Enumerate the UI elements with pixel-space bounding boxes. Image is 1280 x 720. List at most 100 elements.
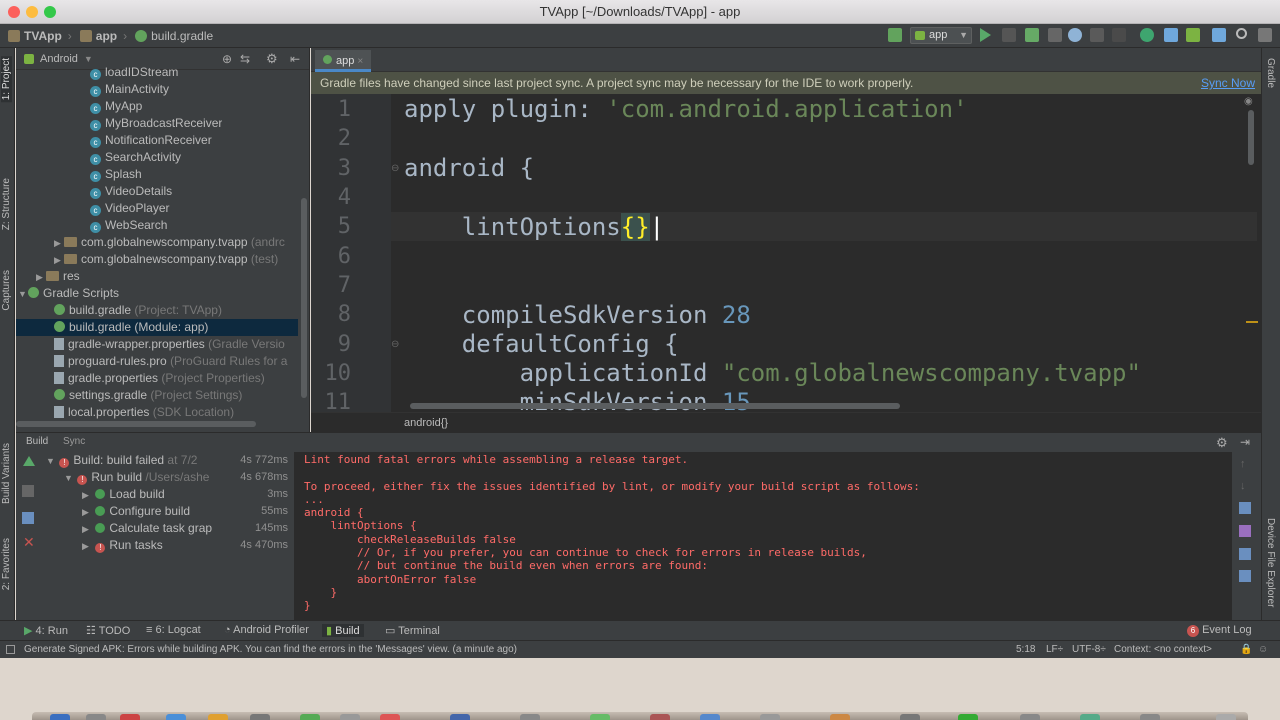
down-arrow-icon[interactable]: ↓ [1240,480,1246,492]
tool-tab-android-profiler[interactable]: ◔ Android Profiler [224,624,309,636]
dock-app-icon[interactable] [760,714,780,720]
tool-tab-structure[interactable]: Z: Structure [1,178,12,230]
tree-item-selected[interactable]: build.gradle (Module: app) [16,319,298,336]
build-tab[interactable]: Build [26,436,48,447]
collapse-all-icon[interactable]: ⇆ [240,52,250,66]
breadcrumb-file[interactable]: build.gradle [135,29,213,43]
dock-app-icon[interactable] [380,714,400,720]
dock-app-icon[interactable] [590,714,610,720]
tree-item[interactable]: gradle.properties (Project Properties) [54,370,298,387]
breadcrumb-project[interactable]: TVApp [8,29,62,43]
editor-vertical-scrollbar[interactable] [1248,110,1254,165]
gear-icon[interactable]: ⚙ [266,51,278,67]
dock-app-icon[interactable] [250,714,270,720]
tree-item[interactable]: c MyApp [90,98,142,115]
tree-item[interactable]: ▶ com.globalnewscompany.tvapp (andrc [54,234,298,251]
minimize-window-button[interactable] [26,6,38,18]
horizontal-scrollbar[interactable] [16,421,256,427]
search-icon[interactable] [1236,28,1247,39]
pin-icon[interactable] [22,512,34,524]
dock-app-icon[interactable] [830,714,850,720]
gear-icon[interactable]: ⚙ [1216,435,1228,451]
sync-now-link[interactable]: Sync Now [1201,72,1255,94]
tool-tab-build[interactable]: ▮ Build [322,624,364,637]
dock-trash-icon[interactable] [1216,714,1236,720]
dock-app-icon[interactable] [166,714,186,720]
line-separator[interactable]: LF÷ [1046,641,1063,658]
dock-app-icon[interactable] [650,714,670,720]
close-icon[interactable]: ✕ [23,534,35,551]
tool-tab-todo[interactable]: ☷ TODO [86,624,130,637]
close-window-button[interactable] [8,6,20,18]
tree-item[interactable]: proguard-rules.pro (ProGuard Rules for a [54,353,298,370]
tool-tab-build-variants[interactable]: Build Variants [1,443,12,504]
debug-icon[interactable] [1025,28,1039,42]
build-output-console[interactable]: Lint found fatal errors while assembling… [294,452,1232,620]
tool-tab-terminal[interactable]: ▭ Terminal [385,624,440,637]
run-config-select[interactable]: app ▼ [910,27,972,44]
profile-icon[interactable] [1068,28,1082,42]
build-tree-row[interactable]: ▼ ! Run build /Users/ashe 4s 678ms [64,469,296,486]
tree-item[interactable]: local.properties (SDK Location) [54,404,298,421]
rerun-icon[interactable] [23,456,35,466]
project-view-selector[interactable]: Android [40,53,78,65]
editor-tab-app[interactable]: app × [315,50,372,72]
tree-item[interactable]: ▼ Gradle Scripts [18,285,119,302]
tree-item[interactable]: c SearchActivity [90,149,181,166]
inspection-eye-icon[interactable]: ◉ [1244,96,1253,107]
dock-app-icon[interactable] [520,714,540,720]
build-tree-row[interactable]: ▶ Load build 3ms [82,486,296,503]
warning-stripe[interactable] [1246,321,1258,323]
tree-item[interactable]: c VideoPlayer [90,200,170,217]
toggle-tool-windows-icon[interactable] [6,645,15,654]
tree-item[interactable]: c Splash [90,166,142,183]
tree-item[interactable]: c WebSearch [90,217,167,234]
context-indicator[interactable]: Context: <no context> [1114,641,1212,658]
dock-app-icon[interactable] [450,714,470,720]
scroll-from-source-icon[interactable]: ⊕ [222,52,232,66]
coverage-icon[interactable] [1090,28,1104,42]
dock-app-icon[interactable] [900,714,920,720]
dock-app-icon[interactable] [1020,714,1040,720]
tree-item[interactable]: c VideoDetails [90,183,172,200]
tool-tab-captures[interactable]: Captures [1,270,12,311]
dock-app-icon[interactable] [50,714,70,720]
dock-app-icon[interactable] [208,714,228,720]
zoom-window-button[interactable] [44,6,56,18]
tool-tab-event-log[interactable]: 6 Event Log [1187,624,1252,637]
tree-item[interactable]: build.gradle (Project: TVApp) [54,302,298,319]
tree-item[interactable]: c NotificationReceiver [90,132,212,149]
tree-item[interactable]: c MainActivity [90,81,169,98]
stop-icon[interactable] [1112,28,1126,42]
dock-app-icon[interactable] [958,714,978,720]
attach-debugger-icon[interactable] [1048,28,1062,42]
up-arrow-icon[interactable]: ↑ [1240,458,1246,470]
avd-manager-icon[interactable] [1164,28,1178,42]
run-icon[interactable] [980,28,991,42]
print-icon[interactable] [1239,548,1251,560]
build-tree-row[interactable]: ▼ ! Build: build failed at 7/2 4s 772ms [46,452,296,469]
sync-gradle-icon[interactable] [1140,28,1154,42]
trash-icon[interactable] [1239,570,1251,582]
dock-app-icon[interactable] [120,714,140,720]
tool-tab-run[interactable]: ▶ 4: Run [24,624,68,637]
project-structure-icon[interactable] [1212,28,1226,42]
build-tree-row[interactable]: ▶ Configure build 55ms [82,503,296,520]
sdk-manager-icon[interactable] [1186,28,1200,42]
hide-panel-icon[interactable]: ⇤ [290,52,300,66]
sync-tab[interactable]: Sync [63,436,85,447]
build-tree-row[interactable]: ▶ Calculate task grap 145ms [82,520,296,537]
breadcrumb-module[interactable]: app [79,29,117,43]
dock-app-icon[interactable] [700,714,720,720]
tree-item[interactable]: settings.gradle (Project Settings) [54,387,298,404]
dock-app-icon[interactable] [86,714,106,720]
hide-panel-icon[interactable]: ⇥ [1240,435,1250,449]
hector-icon[interactable]: ☺ [1258,641,1268,658]
file-encoding[interactable]: UTF-8÷ [1072,641,1106,658]
dock-app-icon[interactable] [1140,714,1160,720]
tool-tab-favorites[interactable]: 2: Favorites [1,538,12,590]
lock-icon[interactable]: 🔒 [1240,641,1252,658]
status-message[interactable]: Generate Signed APK: Errors while buildi… [24,641,517,658]
caret-position[interactable]: 5:18 [1016,641,1035,658]
tool-tab-gradle[interactable]: Gradle [1265,58,1276,88]
